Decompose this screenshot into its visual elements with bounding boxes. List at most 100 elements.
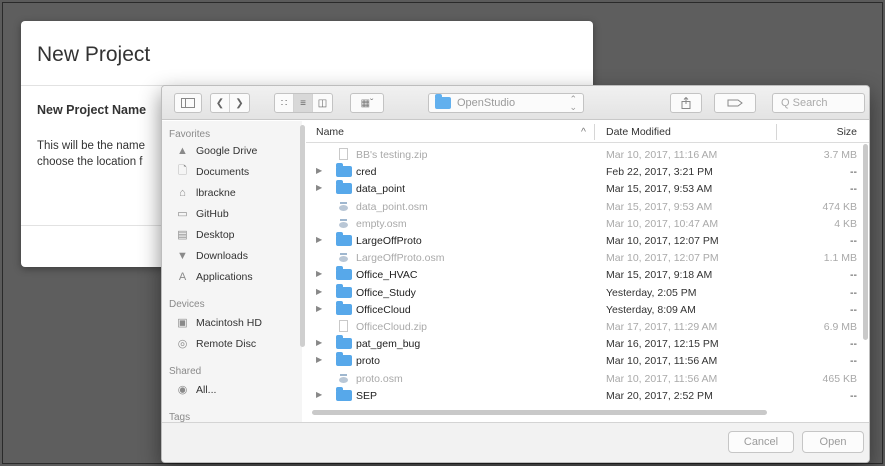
- file-name: proto: [356, 355, 380, 368]
- share-button[interactable]: [670, 93, 702, 113]
- arrange-button[interactable]: ▦ˇ: [350, 93, 384, 113]
- file-size: 1.1 MB: [823, 252, 857, 265]
- location-popup[interactable]: OpenStudio ⌃ ⌄: [428, 93, 584, 113]
- column-view-button[interactable]: ◫: [313, 94, 332, 112]
- file-name: OfficeCloud: [356, 303, 411, 316]
- folder-icon: [336, 300, 352, 315]
- list-view-button[interactable]: ≡: [294, 94, 313, 112]
- folder-icon: [336, 266, 352, 281]
- file-size: --: [850, 286, 857, 299]
- disc-icon: ◎: [177, 338, 188, 350]
- column-header-name[interactable]: Name: [316, 126, 344, 138]
- file-row[interactable]: ▶ cred Feb 22, 2017, 3:21 PM --: [306, 163, 869, 181]
- file-size: 6.9 MB: [823, 321, 857, 333]
- file-date-modified: Mar 16, 2017, 12:15 PM: [606, 338, 719, 351]
- file-name: data_point: [356, 183, 406, 196]
- file-row[interactable]: ▶ OfficeCloud Yesterday, 8:09 AM --: [306, 300, 869, 319]
- file-row[interactable]: ▶ Office_Study Yesterday, 2:05 PM --: [306, 283, 869, 302]
- file-name: proto.osm: [356, 372, 403, 385]
- zip-file-icon: [339, 148, 348, 160]
- tags-button[interactable]: [714, 93, 756, 113]
- sidebar-item-remote-disc[interactable]: ◎ Remote Disc: [176, 337, 257, 351]
- icon-view-button[interactable]: ∷: [275, 94, 294, 112]
- sidebar-item-label: Downloads: [196, 249, 248, 262]
- chevron-left-icon: ❮: [215, 97, 225, 109]
- file-size: 3.7 MB: [823, 149, 857, 161]
- sidebar-item-applications[interactable]: A Applications: [176, 270, 253, 283]
- file-size: --: [850, 338, 857, 351]
- sidebar-item-label: lbrackne: [196, 186, 236, 199]
- sidebar-item-google-drive[interactable]: ▲ Google Drive: [176, 144, 257, 157]
- file-row[interactable]: ▶ pat_gem_bug Mar 16, 2017, 12:15 PM --: [306, 335, 869, 353]
- file-date-modified: Mar 17, 2017, 11:29 AM: [606, 321, 718, 333]
- home-icon: ⌂: [179, 186, 186, 199]
- sidebar-toggle-button[interactable]: [174, 93, 202, 113]
- file-size: --: [850, 269, 857, 282]
- column-separator[interactable]: [776, 124, 777, 140]
- file-size: 4 KB: [834, 217, 857, 230]
- open-button[interactable]: Open: [802, 431, 864, 453]
- disclosure-triangle-icon[interactable]: ▶: [316, 269, 322, 278]
- forward-button[interactable]: ❯: [230, 94, 249, 112]
- sidebar-item-github[interactable]: ▭ GitHub: [176, 207, 228, 221]
- file-name: empty.osm: [356, 217, 407, 230]
- chevron-right-icon: ❯: [235, 97, 244, 109]
- folder-icon: [336, 232, 352, 246]
- folder-icon: [336, 283, 352, 298]
- columns-icon: ◫: [317, 97, 328, 109]
- disclosure-triangle-icon[interactable]: ▶: [316, 338, 322, 347]
- column-header-size[interactable]: Size: [837, 126, 857, 138]
- file-row[interactable]: ▶ proto Mar 10, 2017, 11:56 AM --: [306, 352, 869, 370]
- file-name: pat_gem_bug: [356, 338, 421, 351]
- sidebar-item-lbrackne[interactable]: ⌂ lbrackne: [176, 186, 236, 199]
- search-field[interactable]: Q Search: [772, 93, 865, 113]
- file-row: proto.osm Mar 10, 2017, 11:56 AM 465 KB: [306, 370, 869, 388]
- tag-icon: [727, 99, 743, 107]
- hard-drive-icon: ▣: [177, 317, 188, 329]
- file-date-modified: Mar 10, 2017, 11:56 AM: [606, 372, 718, 385]
- disclosure-triangle-icon[interactable]: ▶: [316, 166, 322, 175]
- back-button[interactable]: ❮: [211, 94, 230, 112]
- disclosure-triangle-icon[interactable]: ▶: [316, 304, 322, 313]
- file-row[interactable]: ▶ data_point Mar 15, 2017, 9:53 AM --: [306, 180, 869, 198]
- disclosure-triangle-icon[interactable]: ▶: [316, 287, 322, 296]
- network-icon: ◉: [177, 384, 188, 396]
- disclosure-triangle-icon[interactable]: ▶: [316, 390, 322, 399]
- sidebar-item-label: Desktop: [196, 228, 235, 241]
- sidebar-item-label: All...: [196, 383, 217, 396]
- folder-icon: [435, 94, 451, 109]
- description-line: This will be the name: [37, 140, 146, 152]
- disclosure-triangle-icon[interactable]: ▶: [316, 355, 322, 364]
- list-horizontal-scrollbar[interactable]: [312, 410, 767, 415]
- file-list: Name ^ Date Modified Size BB's testing.z…: [306, 121, 869, 413]
- column-header-date[interactable]: Date Modified: [606, 126, 671, 138]
- divider: [21, 225, 181, 226]
- disclosure-triangle-icon[interactable]: ▶: [316, 235, 322, 244]
- cancel-button[interactable]: Cancel: [728, 431, 794, 453]
- sidebar-item-label: Macintosh HD: [196, 316, 262, 329]
- sidebar-item-all[interactable]: ◉ All...: [176, 383, 217, 397]
- sidebar-item-documents[interactable]: 🗋 Documents: [176, 165, 249, 178]
- file-row[interactable]: ▶ LargeOffProto Mar 10, 2017, 12:07 PM --: [306, 232, 869, 250]
- file-row[interactable]: ▶ Office_HVAC Mar 15, 2017, 9:18 AM --: [306, 266, 869, 284]
- file-row[interactable]: ▶ SEP Mar 20, 2017, 2:52 PM --: [306, 386, 869, 405]
- list-vertical-scrollbar[interactable]: [863, 144, 868, 340]
- file-name: Office_HVAC: [356, 269, 418, 282]
- sidebar-scrollbar[interactable]: [300, 125, 305, 347]
- file-size: 474 KB: [822, 200, 857, 213]
- share-icon: [681, 97, 691, 109]
- window-frame: New Project New Project Name This will b…: [2, 2, 883, 464]
- description-line: choose the location f: [37, 156, 143, 168]
- updown-icon: ⌃ ⌄: [569, 94, 577, 112]
- google-drive-icon: ▲: [177, 144, 188, 157]
- sidebar-item-label: Remote Disc: [196, 337, 257, 350]
- disclosure-triangle-icon[interactable]: ▶: [316, 183, 322, 192]
- column-separator[interactable]: [594, 124, 595, 140]
- downloads-icon: ▼: [177, 249, 188, 262]
- sidebar-item-desktop[interactable]: ▤ Desktop: [176, 228, 235, 242]
- sidebar-item-downloads[interactable]: ▼ Downloads: [176, 249, 248, 262]
- shared-header: Shared: [169, 366, 202, 377]
- list-icon: ≡: [300, 97, 306, 109]
- sidebar-item-macintosh-hd[interactable]: ▣ Macintosh HD: [176, 316, 262, 330]
- folder-icon: [336, 335, 352, 350]
